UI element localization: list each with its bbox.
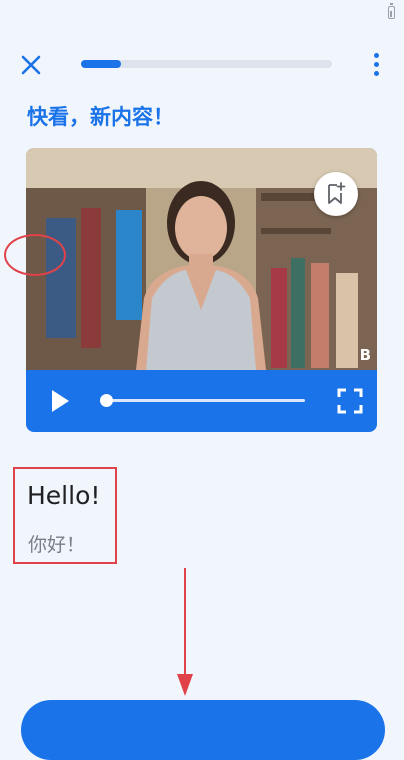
phrase-chinese: 你好！ <box>28 534 86 556</box>
fullscreen-button[interactable] <box>337 388 363 414</box>
play-button[interactable] <box>44 386 74 416</box>
video-controls <box>26 370 377 432</box>
more-options-button[interactable] <box>366 50 388 80</box>
close-button[interactable] <box>18 52 44 78</box>
fullscreen-icon <box>337 388 363 414</box>
down-arrow-icon <box>177 568 193 696</box>
continue-button[interactable] <box>21 700 385 760</box>
phrase-english: Hello! <box>27 481 101 510</box>
lesson-progress-fill <box>81 60 122 68</box>
seek-bar[interactable] <box>105 399 305 402</box>
page-title: 快看，新内容！ <box>27 105 174 129</box>
lesson-progress-bar <box>81 60 332 68</box>
play-icon <box>52 390 69 412</box>
more-vertical-icon <box>374 53 379 58</box>
close-icon <box>21 55 41 75</box>
bookmark-button[interactable] <box>314 172 358 216</box>
video-player[interactable]: B <box>26 148 377 432</box>
video-frame[interactable]: B <box>26 148 377 370</box>
bookmark-add-icon <box>328 182 346 204</box>
watermark-logo: B <box>359 346 371 364</box>
seek-thumb[interactable] <box>100 394 113 407</box>
battery-icon <box>388 3 395 19</box>
